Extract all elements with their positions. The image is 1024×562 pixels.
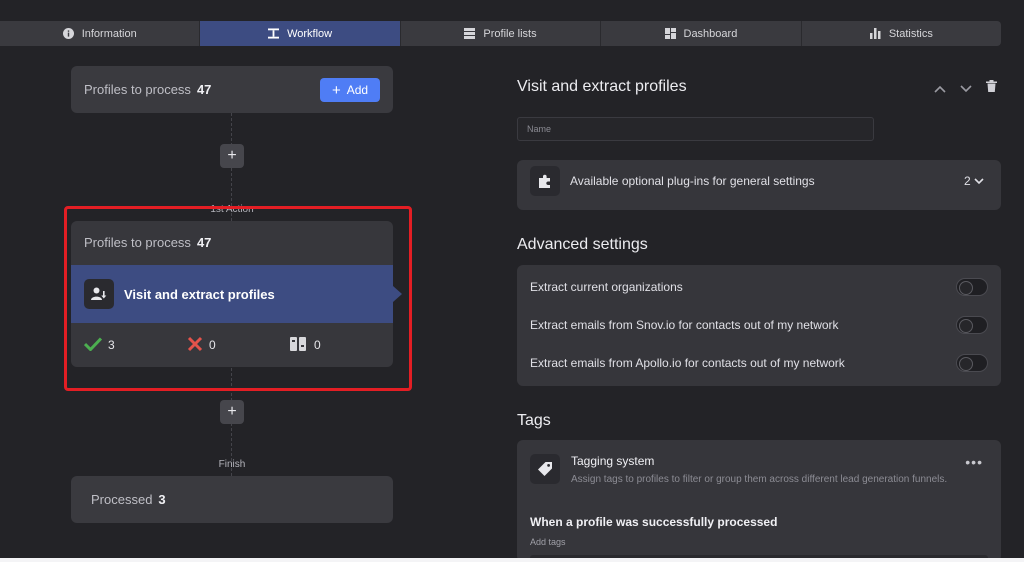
finish-card-title: Processed 3 [91, 492, 166, 507]
setting-snovio-label: Extract emails from Snov.io for contacts… [530, 318, 839, 332]
add-profiles-label: Add [346, 83, 369, 97]
plus-icon: + [227, 403, 237, 420]
finish-label: Finish [218, 459, 246, 470]
finish-card-label: Processed [91, 492, 153, 507]
plugins-row: Available optional plug-ins for general … [530, 166, 815, 196]
workflow-icon [268, 28, 280, 39]
tab-information[interactable]: Information [0, 21, 201, 46]
chevron-down-icon [974, 174, 984, 188]
tab-statistics-label: Statistics [888, 27, 933, 40]
bottom-edge [0, 558, 1024, 562]
tab-dashboard-label: Dashboard [683, 27, 738, 40]
plus-icon: + [331, 81, 341, 99]
tab-workflow[interactable]: Workflow [200, 21, 401, 46]
more-options-icon[interactable]: ••• [965, 454, 983, 470]
start-card-count: 47 [196, 82, 212, 97]
insert-action-button-bottom[interactable]: + [220, 400, 244, 424]
plugins-label: Available optional plug-ins for general … [570, 174, 815, 188]
start-card: Profiles to process 47 + Add [71, 66, 393, 113]
bar-chart-icon [869, 28, 881, 39]
tab-workflow-label: Workflow [287, 27, 333, 40]
plugins-count: 2 [963, 174, 971, 188]
add-profiles-button[interactable]: + Add [320, 78, 380, 102]
advanced-settings-panel: Extract current organizations Extract em… [517, 265, 1001, 386]
puzzle-icon [530, 166, 560, 196]
tab-profile-lists-label: Profile lists [483, 27, 537, 40]
tab-information-label: Information [81, 27, 137, 40]
list-icon [464, 28, 476, 39]
setting-extract-organizations-label: Extract current organizations [530, 280, 683, 294]
name-input[interactable]: Name [517, 117, 874, 141]
move-down-icon[interactable] [960, 82, 972, 96]
detail-title: Visit and extract profiles [517, 78, 687, 95]
toggle-extract-organizations[interactable] [956, 278, 988, 296]
plugins-panel[interactable]: Available optional plug-ins for general … [517, 160, 1001, 210]
add-tags-label: Add tags [530, 537, 566, 547]
start-card-title: Profiles to process 47 [84, 82, 211, 97]
tab-statistics[interactable]: Statistics [802, 21, 1001, 46]
tagging-description: Assign tags to profiles to filter or gro… [571, 474, 948, 485]
advanced-settings-title: Advanced settings [517, 236, 648, 253]
tab-bar: Information Workflow Profile lists Dashb… [0, 21, 1001, 46]
tagging-panel: Tagging system Assign tags to profiles t… [517, 440, 1001, 562]
highlight-box [64, 206, 412, 391]
finish-card: Processed 3 [71, 476, 393, 523]
tab-dashboard[interactable]: Dashboard [601, 21, 802, 46]
name-placeholder: Name [527, 124, 552, 134]
workflow-editor: Information Workflow Profile lists Dashb… [0, 0, 1024, 562]
when-processed-label: When a profile was successfully processe… [530, 515, 778, 529]
start-card-label: Profiles to process [84, 82, 191, 97]
move-up-icon[interactable] [934, 82, 946, 96]
info-icon [62, 28, 74, 39]
toggle-apolloio[interactable] [956, 354, 988, 372]
tagging-title: Tagging system [571, 454, 655, 468]
plus-icon: + [227, 147, 237, 164]
plugins-count-dropdown[interactable]: 2 [964, 174, 984, 188]
dashboard-icon [664, 28, 676, 39]
tag-icon [530, 454, 560, 484]
tab-profile-lists[interactable]: Profile lists [401, 21, 602, 46]
finish-card-count: 3 [158, 492, 166, 507]
toggle-snovio[interactable] [956, 316, 988, 334]
setting-apolloio-label: Extract emails from Apollo.io for contac… [530, 356, 845, 370]
insert-action-button-top[interactable]: + [220, 144, 244, 168]
tags-title: Tags [517, 412, 551, 429]
trash-icon[interactable] [986, 80, 997, 95]
